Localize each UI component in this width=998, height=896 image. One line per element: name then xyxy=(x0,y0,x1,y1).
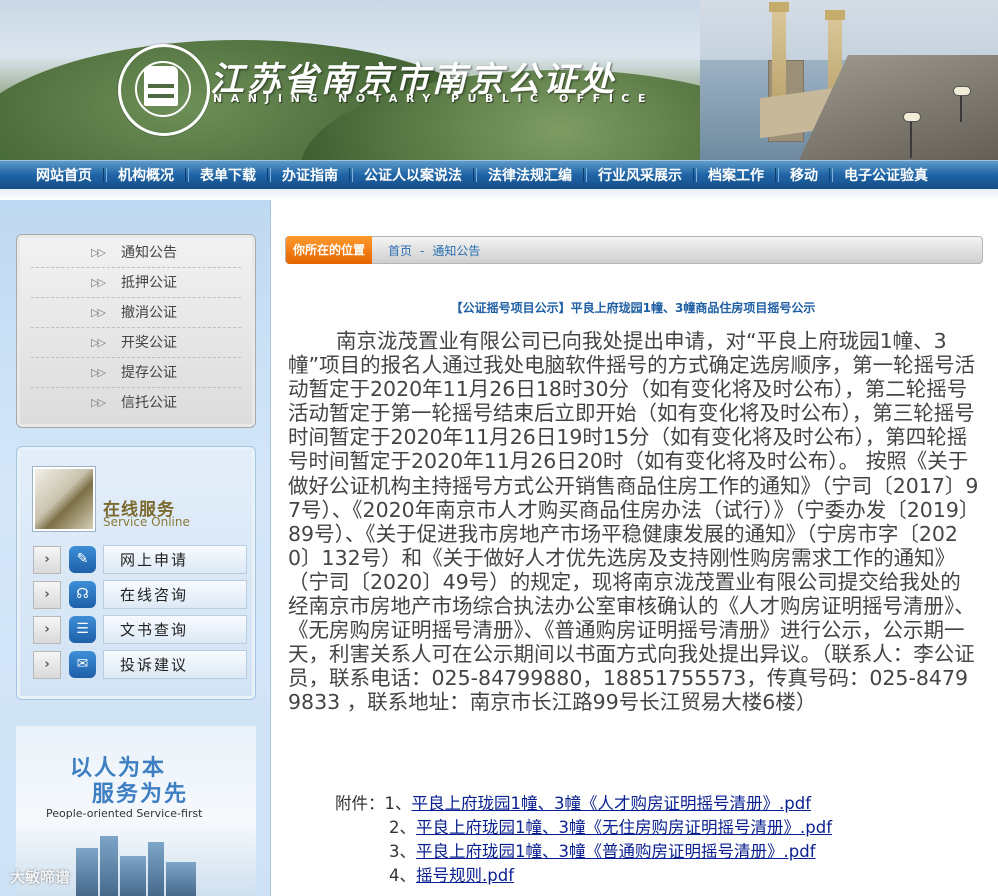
header-banner: 江苏省南京市南京公证处 NANJING NOTARY PUBLIC OFFICE xyxy=(0,0,998,160)
breadcrumb-home-link[interactable]: 首页 xyxy=(388,244,412,258)
online-service-photo xyxy=(33,467,95,531)
chevron-right-icon[interactable]: › xyxy=(33,651,61,679)
edit-icon: ✎ xyxy=(69,546,96,573)
headset-icon: ☊ xyxy=(69,581,96,608)
attachment-row-4: 4、摇号规则.pdf xyxy=(389,866,515,885)
double-triangle-icon: ▷▷ xyxy=(91,305,106,319)
double-triangle-icon: ▷▷ xyxy=(91,395,106,409)
breadcrumb-separator: - xyxy=(420,244,425,258)
city-building xyxy=(166,862,196,896)
nav-item-laws[interactable]: 法律法规汇编 xyxy=(488,165,572,185)
notary-seal-emblem xyxy=(144,66,178,106)
attachment-link-4[interactable]: 摇号规则.pdf xyxy=(416,866,514,885)
sidebar-item-mortgage[interactable]: ▷▷ 抵押公证 xyxy=(31,267,241,298)
nav-item-mobile[interactable]: 移动 xyxy=(790,165,818,185)
nav-item-about[interactable]: 机构概况 xyxy=(118,165,174,185)
document-query-button[interactable]: 文书查询 xyxy=(103,615,247,644)
complaint-button[interactable]: 投诉建议 xyxy=(103,650,247,679)
nav-item-guide[interactable]: 办证指南 xyxy=(282,165,338,185)
left-sidebar: ▷▷ 通知公告 ▷▷ 抵押公证 ▷▷ 撤消公证 ▷▷ 开奖公证 ▷▷ 提存公证 ▷▷ 信托公… xyxy=(0,200,271,896)
city-building xyxy=(76,848,98,896)
double-triangle-icon: ▷▷ xyxy=(91,275,106,289)
city-building xyxy=(148,842,164,896)
watermark: 大敏啼谱 xyxy=(10,868,71,886)
city-building xyxy=(120,856,146,896)
attachment-link-3[interactable]: 平良上府珑园1幢、3幢《普通购房证明摇号清册》.pdf xyxy=(416,842,816,861)
nav-item-forms[interactable]: 表单下载 xyxy=(200,165,256,185)
nav-item-home[interactable]: 网站首页 xyxy=(36,165,92,185)
sidebar-item-trust[interactable]: ▷▷ 信托公证 xyxy=(31,387,241,417)
slogan-line-2: 服务为先 xyxy=(92,782,189,807)
attachment-row-3: 3、平良上府珑园1幢、3幢《普通购房证明摇号清册》.pdf xyxy=(389,842,816,861)
street-lamp xyxy=(903,112,921,158)
breadcrumb-label: 你所在的位置 xyxy=(286,236,372,264)
sidebar-item-lottery[interactable]: ▷▷ 开奖公证 xyxy=(31,327,241,358)
nav-item-verify[interactable]: 电子公证验真 xyxy=(844,165,928,185)
site-title-en: NANJING NOTARY PUBLIC OFFICE xyxy=(213,92,655,105)
breadcrumb-path: 首页 - 通知公告 xyxy=(388,242,480,259)
nav-item-cases[interactable]: 公证人以案说法 xyxy=(364,165,462,185)
attachment-row-2: 2、平良上府珑园1幢、3幢《无住房购房证明摇号清册》.pdf xyxy=(389,818,832,837)
chevron-right-icon[interactable]: › xyxy=(33,616,61,644)
sidebar-item-notice[interactable]: ▷▷ 通知公告 xyxy=(31,237,241,268)
article-body: 南京泷茂置业有限公司已向我处提出申请，对“平良上府珑园1幢、3幢”项目的报名人通… xyxy=(288,329,980,715)
chevron-right-icon[interactable]: › xyxy=(33,581,61,609)
double-triangle-icon: ▷▷ xyxy=(91,245,106,259)
attachments-label: 附件： xyxy=(335,794,385,813)
nav-item-industry[interactable]: 行业风采展示 xyxy=(598,165,682,185)
nav-item-archive[interactable]: 档案工作 xyxy=(708,165,764,185)
online-consult-button[interactable]: 在线咨询 xyxy=(103,580,247,609)
double-triangle-icon: ▷▷ xyxy=(91,365,106,379)
breadcrumb-current-link[interactable]: 通知公告 xyxy=(432,244,480,258)
service-row-query[interactable]: › ☰ 文书查询 xyxy=(33,615,247,645)
slogan-english: People-oriented Service-first xyxy=(46,807,203,820)
document-list-icon: ☰ xyxy=(69,616,96,643)
main-nav: 网站首页 机构概况 表单下载 办证指南 公证人以案说法 法律法规汇编 行业风采展… xyxy=(0,160,998,189)
sidebar-item-revoke[interactable]: ▷▷ 撤消公证 xyxy=(31,297,241,328)
city-building xyxy=(100,836,118,896)
service-row-consult[interactable]: › ☊ 在线咨询 xyxy=(33,580,247,610)
chat-bubble-icon: ✉ xyxy=(69,651,96,678)
notice-category-box: ▷▷ 通知公告 ▷▷ 抵押公证 ▷▷ 撤消公证 ▷▷ 开奖公证 ▷▷ 提存公证 ▷▷ 信托公… xyxy=(16,234,256,428)
chevron-right-icon[interactable]: › xyxy=(33,546,61,574)
online-apply-button[interactable]: 网上申请 xyxy=(103,545,247,574)
attachment-link-2[interactable]: 平良上府珑园1幢、3幢《无住房购房证明摇号清册》.pdf xyxy=(416,818,832,837)
attachment-link-1[interactable]: 平良上府珑园1幢、3幢《人才购房证明摇号清册》.pdf xyxy=(412,794,812,813)
service-row-complaint[interactable]: › ✉ 投诉建议 xyxy=(33,650,247,680)
online-service-box: 在线服务 Service Online › ✎ 网上申请 › ☊ 在线咨询 › … xyxy=(16,446,256,700)
attachment-row-1: 附件：1、平良上府珑园1幢、3幢《人才购房证明摇号清册》.pdf xyxy=(335,794,812,813)
sidebar-item-deposit[interactable]: ▷▷ 提存公证 xyxy=(31,357,241,388)
double-triangle-icon: ▷▷ xyxy=(91,335,106,349)
online-service-subtitle: Service Online xyxy=(103,515,190,529)
article-title: 【公证摇号项目公示】平良上府珑园1幢、3幢商品住房项目摇号公示 xyxy=(450,301,816,315)
nav-shadow xyxy=(0,189,998,200)
service-row-apply[interactable]: › ✎ 网上申请 xyxy=(33,545,247,575)
street-lamp xyxy=(953,86,971,122)
